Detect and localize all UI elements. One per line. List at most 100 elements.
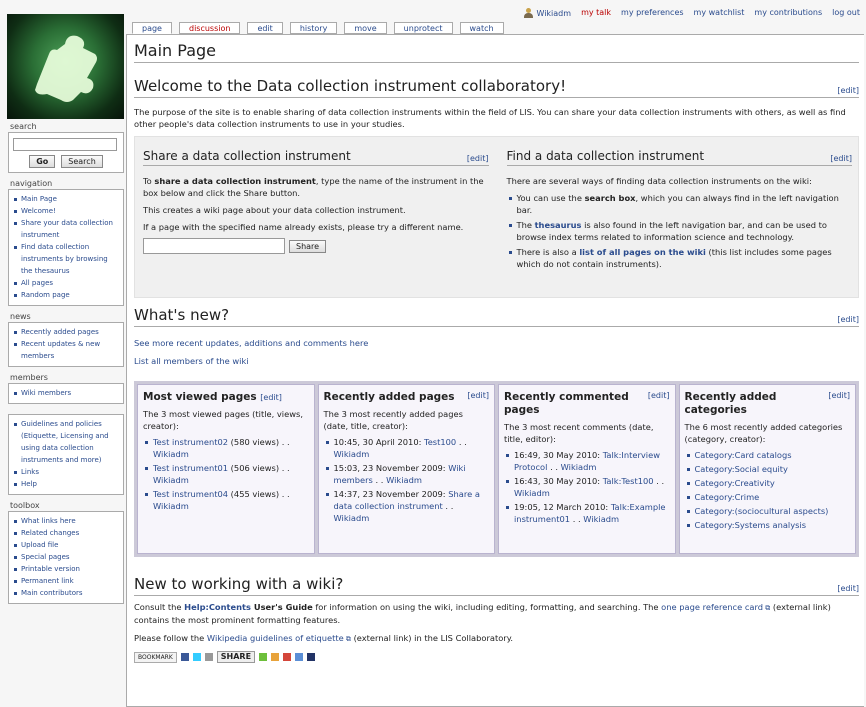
welcome-edit-link[interactable]: [edit] [837, 86, 859, 95]
misc-help[interactable]: Help [13, 478, 119, 490]
share-edit-link[interactable]: [edit] [467, 154, 489, 163]
creator-link[interactable]: Wikiadm [153, 501, 189, 511]
category-link[interactable]: Category:Card catalogs [685, 449, 851, 461]
recently-added-edit-link[interactable]: [edit] [467, 391, 489, 400]
recently-commented-desc: The 3 most recent comments (date, title,… [504, 422, 654, 444]
recent-updates-link[interactable]: See more recent updates, additions and c… [134, 338, 368, 348]
page-tabs: page discussion edit history move unprot… [132, 22, 504, 34]
search-button[interactable]: Search [61, 155, 103, 168]
category-link[interactable]: Category:Social equity [685, 463, 851, 475]
editor-link[interactable]: Wikiadm [514, 488, 550, 498]
tool-upload-file[interactable]: Upload file [13, 539, 119, 551]
search-input[interactable] [13, 138, 117, 151]
recent-categories-title: Recently added categories [684, 391, 777, 416]
page-link[interactable]: Test instrument02 [153, 437, 228, 447]
news-recent-updates[interactable]: Recent updates & new members [13, 338, 119, 362]
page-link[interactable]: Test instrument01 [153, 463, 228, 473]
welcome-heading-text: Welcome to the Data collection instrumen… [134, 77, 567, 95]
creator-link[interactable]: Wikiadm [153, 475, 189, 485]
bookmark-button[interactable]: BOOKMARK [134, 651, 177, 663]
tool-printable-version[interactable]: Printable version [13, 563, 119, 575]
separator: . . [372, 475, 387, 485]
email-icon[interactable] [204, 653, 213, 661]
tab-watch[interactable]: watch [459, 22, 504, 34]
reference-card-link[interactable]: one page reference card [661, 602, 763, 612]
category-link[interactable]: Category:(sociocultural aspects) [685, 505, 851, 517]
stumble-icon[interactable] [259, 653, 268, 661]
find-edit-link[interactable]: [edit] [830, 154, 852, 163]
twitter-icon[interactable] [192, 653, 201, 661]
nav-welcome[interactable]: Welcome! [13, 205, 119, 217]
help-contents-link[interactable]: Help:Contents [184, 602, 251, 612]
list-members-link[interactable]: List all members of the wiki [134, 356, 249, 366]
my-watchlist-link[interactable]: my watchlist [694, 8, 745, 18]
find-b1b: search box [584, 193, 636, 203]
site-logo[interactable] [7, 14, 124, 119]
share-button[interactable]: Share [289, 239, 327, 253]
go-button[interactable]: Go [29, 155, 56, 168]
user-link[interactable]: Wikiadm [524, 8, 571, 18]
more-share-icon[interactable] [307, 653, 316, 661]
recently-commented-edit-link[interactable]: [edit] [648, 391, 670, 400]
tool-special-pages[interactable]: Special pages [13, 551, 119, 563]
creator-link[interactable]: Wikiadm [334, 449, 370, 459]
members-wiki-members[interactable]: Wiki members [13, 387, 119, 399]
tool-related-changes[interactable]: Related changes [13, 527, 119, 539]
google-icon[interactable] [295, 653, 304, 661]
nav-random-page[interactable]: Random page [13, 289, 119, 301]
list-item: Test instrument04 (455 views) . . Wikiad… [143, 488, 309, 512]
delicious-icon[interactable] [283, 653, 292, 661]
category-link[interactable]: Category:Creativity [685, 477, 851, 489]
most-viewed-panel: Most viewed pages [edit] The 3 most view… [137, 384, 315, 554]
thesaurus-link[interactable]: thesaurus [535, 220, 582, 230]
digg-icon[interactable] [271, 653, 280, 661]
misc-links[interactable]: Links [13, 466, 119, 478]
category-link[interactable]: Category:Systems analysis [685, 519, 851, 531]
facebook-icon[interactable] [180, 653, 189, 661]
tab-discussion[interactable]: discussion [178, 22, 241, 34]
news-recently-added[interactable]: Recently added pages [13, 326, 119, 338]
creator-link[interactable]: Wikiadm [153, 449, 189, 459]
most-viewed-edit-link[interactable]: [edit] [260, 393, 282, 402]
new-wiki-edit-link[interactable]: [edit] [837, 584, 859, 593]
misc-guidelines[interactable]: Guidelines and policies (Etiquette, Lice… [13, 418, 119, 466]
creator-link[interactable]: Wikiadm [386, 475, 422, 485]
tab-page[interactable]: page [132, 22, 172, 34]
list-item: Test instrument02 (580 views) . . Wikiad… [143, 436, 309, 460]
tab-move[interactable]: move [344, 22, 387, 34]
tool-main-contributors[interactable]: Main contributors [13, 587, 119, 599]
etiquette-paragraph: Please follow the Wikipedia guidelines o… [134, 632, 859, 645]
creator-link[interactable]: Wikiadm [334, 513, 370, 523]
recent-categories-edit-link[interactable]: [edit] [828, 391, 850, 400]
etiquette-link[interactable]: Wikipedia guidelines of etiquette [207, 633, 344, 643]
whats-new-edit-link[interactable]: [edit] [837, 315, 859, 324]
page-link[interactable]: Test instrument04 [153, 489, 228, 499]
logout-link[interactable]: log out [832, 8, 860, 18]
nav-all-pages[interactable]: All pages [13, 277, 119, 289]
page-link[interactable]: Talk:Test100 [603, 476, 654, 486]
editor-link[interactable]: Wikiadm [561, 462, 597, 472]
nav-main-page[interactable]: Main Page [13, 193, 119, 205]
recently-added-head: Recently added pages [edit] [324, 391, 490, 404]
all-pages-link[interactable]: list of all pages on the wiki [579, 247, 706, 257]
tab-unprotect[interactable]: unprotect [393, 22, 453, 34]
tool-what-links-here[interactable]: What links here [13, 515, 119, 527]
my-contributions-link[interactable]: my contributions [754, 8, 822, 18]
my-preferences-link[interactable]: my preferences [621, 8, 684, 18]
editor-link[interactable]: Wikiadm [583, 514, 619, 524]
category-link[interactable]: Category:Crime [685, 491, 851, 503]
share-badge[interactable]: SHARE [216, 651, 256, 663]
page-link[interactable]: Test100 [424, 437, 456, 447]
my-talk-link[interactable]: my talk [581, 8, 611, 18]
nav-find-instruments[interactable]: Find data collection instruments by brow… [13, 241, 119, 277]
find-bullet-all-pages: There is also a list of all pages on the… [507, 246, 853, 270]
tab-history[interactable]: history [289, 22, 338, 34]
tab-edit[interactable]: edit [247, 22, 283, 34]
instrument-name-input[interactable] [143, 238, 285, 254]
recently-commented-head: Recently commented pages [edit] [504, 391, 670, 417]
tool-permanent-link[interactable]: Permanent link [13, 575, 119, 587]
help-p1d: for information on using the wiki, inclu… [312, 602, 662, 612]
list-item: 19:05, 12 March 2010: Talk:Example instr… [504, 501, 670, 525]
nav-share-instrument[interactable]: Share your data collection instrument [13, 217, 119, 241]
search-portlet: search Go Search [8, 122, 124, 173]
